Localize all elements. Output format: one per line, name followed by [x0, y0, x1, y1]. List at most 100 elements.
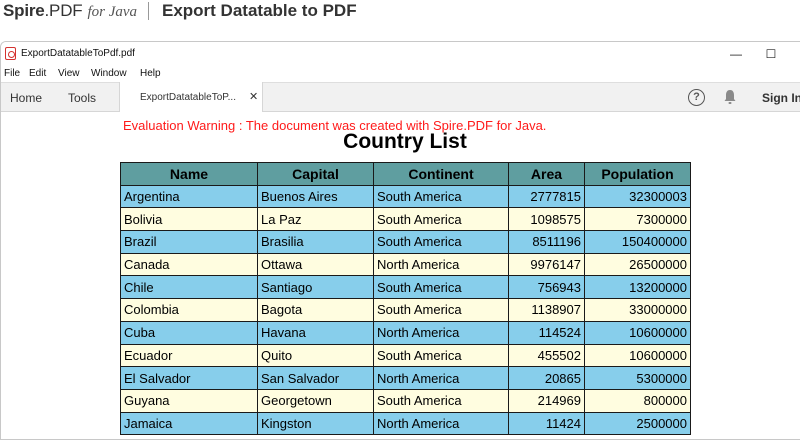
cell-name: El Salvador [120, 366, 258, 390]
title-bar: ExportDatatableToPdf.pdf — ☐ [1, 42, 800, 66]
help-icon[interactable]: ? [688, 89, 705, 106]
cell-name: Ecuador [120, 343, 258, 368]
table-row: Guyana Georgetown South America 214969 8… [120, 388, 691, 413]
brand-sub: for Java [87, 4, 138, 20]
table-row: Bolivia La Paz South America 1098575 730… [120, 207, 691, 232]
cell-area: 11424 [508, 411, 585, 436]
cell-population: 26500000 [584, 252, 691, 277]
banner: Spire.PDF for Java Export Datatable to P… [0, 0, 800, 40]
cell-continent: North America [373, 320, 509, 345]
cell-name: Jamaica [120, 411, 258, 436]
maximize-button[interactable]: ☐ [761, 45, 781, 63]
cell-population: 5300000 [584, 366, 691, 390]
table-header-row: Name Capital Continent Area Population [120, 162, 691, 186]
cell-name: Brazil [120, 230, 258, 254]
document-page: Evaluation Warning : The document was cr… [1, 113, 800, 439]
cell-continent: South America [373, 184, 509, 209]
cell-name: Chile [120, 275, 258, 300]
cell-continent: South America [373, 207, 509, 232]
cell-area: 1098575 [508, 207, 585, 232]
brand-dot: .PDF [44, 1, 83, 20]
cell-name: Colombia [120, 298, 258, 322]
sign-in-link[interactable]: Sign In [762, 91, 800, 105]
cell-capital: San Salvador [257, 366, 374, 390]
viewer-window: ExportDatatableToPdf.pdf — ☐ File Edit V… [0, 41, 800, 440]
cell-name: Cuba [120, 320, 258, 345]
cell-name: Canada [120, 252, 258, 277]
cell-population: 150400000 [584, 230, 691, 254]
pdf-file-icon [5, 47, 16, 60]
brand-logo: Spire.PDF for Java [3, 1, 137, 23]
table-row: Canada Ottawa North America 9976147 2650… [120, 252, 691, 277]
tab-document[interactable]: ExportDatatableToP... ✕ [119, 82, 263, 112]
menu-file[interactable]: File [4, 68, 20, 79]
cell-capital: Georgetown [257, 388, 374, 413]
cell-area: 756943 [508, 275, 585, 300]
table-row: Colombia Bagota South America 1138907 33… [120, 298, 691, 322]
cell-continent: North America [373, 366, 509, 390]
tab-document-label: ExportDatatableToP... [140, 92, 236, 103]
tab-bar: Home Tools ExportDatatableToP... ✕ ? Sig… [1, 82, 800, 112]
cell-capital: Havana [257, 320, 374, 345]
header-population: Population [584, 162, 691, 186]
cell-continent: South America [373, 343, 509, 368]
cell-name: Bolivia [120, 207, 258, 232]
cell-continent: South America [373, 388, 509, 413]
window-title: ExportDatatableToPdf.pdf [21, 48, 135, 59]
cell-continent: North America [373, 252, 509, 277]
cell-capital: Buenos Aires [257, 184, 374, 209]
menu-bar: File Edit View Window Help [1, 66, 800, 82]
table-row: Chile Santiago South America 756943 1320… [120, 275, 691, 300]
cell-name: Guyana [120, 388, 258, 413]
cell-continent: South America [373, 230, 509, 254]
cell-area: 114524 [508, 320, 585, 345]
cell-name: Argentina [120, 184, 258, 209]
header-area: Area [508, 162, 585, 186]
cell-capital: Quito [257, 343, 374, 368]
cell-population: 32300003 [584, 184, 691, 209]
cell-population: 13200000 [584, 275, 691, 300]
menu-edit[interactable]: Edit [29, 68, 46, 79]
cell-population: 7300000 [584, 207, 691, 232]
cell-population: 10600000 [584, 320, 691, 345]
menu-view[interactable]: View [58, 68, 80, 79]
banner-divider [148, 2, 149, 20]
cell-area: 214969 [508, 388, 585, 413]
cell-area: 20865 [508, 366, 585, 390]
tab-home[interactable]: Home [10, 91, 42, 105]
cell-area: 455502 [508, 343, 585, 368]
close-icon[interactable]: ✕ [249, 90, 258, 103]
cell-area: 1138907 [508, 298, 585, 322]
cell-capital: Bagota [257, 298, 374, 322]
banner-title: Export Datatable to PDF [162, 1, 357, 20]
table-row: Argentina Buenos Aires South America 277… [120, 184, 691, 209]
table-row: El Salvador San Salvador North America 2… [120, 366, 691, 390]
cell-capital: Ottawa [257, 252, 374, 277]
cell-population: 33000000 [584, 298, 691, 322]
cell-continent: North America [373, 411, 509, 436]
cell-capital: Kingston [257, 411, 374, 436]
tab-tools[interactable]: Tools [68, 91, 96, 105]
header-capital: Capital [257, 162, 374, 186]
table-row: Brazil Brasilia South America 8511196 15… [120, 230, 691, 254]
cell-capital: La Paz [257, 207, 374, 232]
cell-area: 2777815 [508, 184, 585, 209]
table-row: Ecuador Quito South America 455502 10600… [120, 343, 691, 368]
cell-capital: Santiago [257, 275, 374, 300]
menu-help[interactable]: Help [140, 68, 161, 79]
cell-continent: South America [373, 298, 509, 322]
document-title: Country List [343, 130, 467, 153]
bell-icon[interactable] [723, 89, 737, 105]
table-row: Cuba Havana North America 114524 1060000… [120, 320, 691, 345]
header-name: Name [120, 162, 258, 186]
cell-population: 2500000 [584, 411, 691, 436]
cell-population: 10600000 [584, 343, 691, 368]
menu-window[interactable]: Window [91, 68, 127, 79]
cell-capital: Brasilia [257, 230, 374, 254]
header-continent: Continent [373, 162, 509, 186]
cell-continent: South America [373, 275, 509, 300]
cell-area: 8511196 [508, 230, 585, 254]
cell-population: 800000 [584, 388, 691, 413]
minimize-button[interactable]: — [726, 45, 746, 63]
brand-main: Spire [3, 1, 45, 20]
